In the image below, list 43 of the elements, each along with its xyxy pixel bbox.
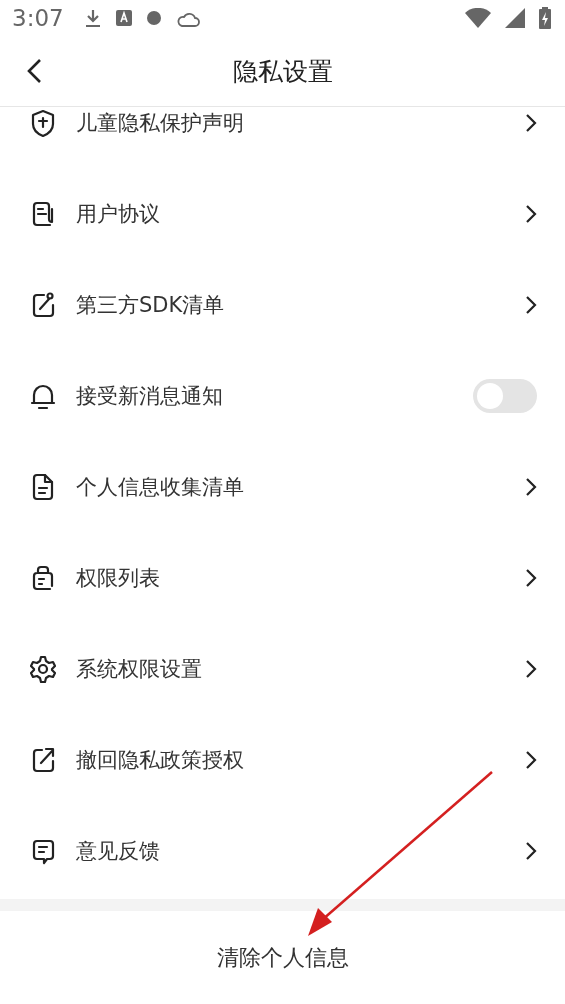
- bag-icon: [30, 563, 56, 592]
- chevron-right-icon: [525, 203, 537, 224]
- status-time: 3:07: [12, 5, 64, 31]
- download-icon: [83, 8, 102, 28]
- doc-icon: [30, 199, 56, 228]
- item-label: 个人信息收集清单: [76, 473, 244, 501]
- chevron-right-icon: [525, 112, 537, 133]
- export-icon: [30, 745, 56, 774]
- settings-item[interactable]: 意见反馈: [0, 805, 565, 896]
- settings-item[interactable]: 儿童隐私保护声明: [0, 107, 565, 168]
- settings-item[interactable]: 权限列表: [0, 532, 565, 623]
- item-label: 权限列表: [76, 564, 160, 592]
- wifi-icon: [465, 8, 491, 28]
- page-title: 隐私设置: [232, 55, 333, 88]
- item-label: 接受新消息通知: [76, 382, 223, 410]
- settings-item[interactable]: 用户协议: [0, 168, 565, 259]
- file-icon: [30, 472, 56, 501]
- item-label: 撤回隐私政策授权: [76, 746, 244, 774]
- toggle-switch[interactable]: [473, 378, 537, 413]
- share-icon: [30, 290, 56, 319]
- shield-icon: [30, 108, 56, 137]
- chevron-right-icon: [525, 658, 537, 679]
- item-label: 用户协议: [76, 200, 160, 228]
- chevron-right-icon: [525, 567, 537, 588]
- settings-item[interactable]: 撤回隐私政策授权: [0, 714, 565, 805]
- back-icon[interactable]: [26, 58, 42, 84]
- signal-icon: [505, 8, 525, 28]
- chevron-right-icon: [525, 840, 537, 861]
- chevron-right-icon: [525, 749, 537, 770]
- dot-icon: [145, 10, 162, 26]
- settings-item[interactable]: 第三方SDK清单: [0, 259, 565, 350]
- settings-item[interactable]: 个人信息收集清单: [0, 441, 565, 532]
- gear-icon: [30, 654, 56, 683]
- battery-icon: [539, 7, 551, 29]
- item-label: 第三方SDK清单: [76, 291, 225, 319]
- settings-item[interactable]: 接受新消息通知: [0, 350, 565, 441]
- item-label: 意见反馈: [76, 837, 160, 865]
- item-label: 儿童隐私保护声明: [76, 109, 244, 137]
- item-label: 系统权限设置: [76, 655, 202, 683]
- chevron-right-icon: [525, 294, 537, 315]
- settings-item[interactable]: 系统权限设置: [0, 623, 565, 714]
- chevron-right-icon: [525, 476, 537, 497]
- app-notification-icon: [115, 10, 132, 26]
